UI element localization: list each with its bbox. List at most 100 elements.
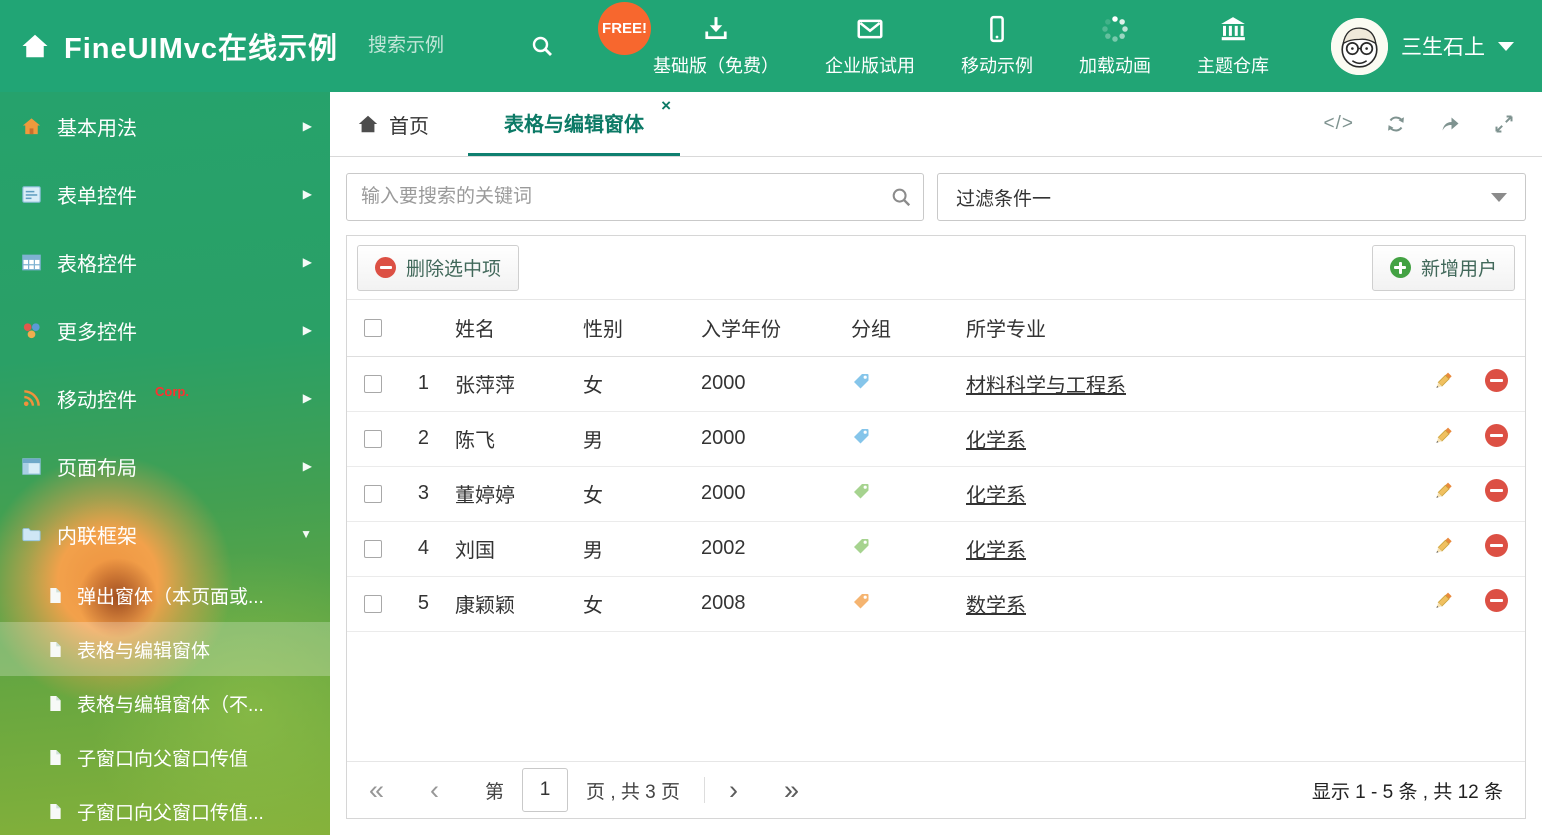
delete-icon[interactable] bbox=[1484, 369, 1508, 392]
delete-selected-button[interactable]: 删除选中项 bbox=[357, 244, 520, 291]
grid-toolbar: 删除选中项 新增用户 bbox=[347, 236, 1525, 300]
delete-icon[interactable] bbox=[1484, 479, 1508, 502]
table-row[interactable]: 4 刘国 男 2002 化学系 bbox=[347, 521, 1525, 577]
envelope-icon bbox=[857, 19, 883, 39]
search-icon[interactable] bbox=[530, 34, 554, 58]
grid-panel: 删除选中项 新增用户 姓名 性别 入学年份 分组 所学专业 1 张萍萍 女 20… bbox=[346, 235, 1526, 819]
cell-gender: 女 bbox=[569, 356, 687, 412]
col-header-gender[interactable]: 性别 bbox=[569, 300, 687, 357]
row-checkbox[interactable] bbox=[364, 374, 382, 393]
col-header-major[interactable]: 所学专业 bbox=[952, 300, 1419, 357]
sidebar-item-more-controls[interactable]: 更多控件 ▶ bbox=[0, 296, 330, 364]
first-page-icon[interactable]: « bbox=[369, 776, 384, 804]
row-checkbox[interactable] bbox=[364, 484, 382, 503]
fullscreen-icon[interactable] bbox=[1492, 112, 1516, 136]
col-header-name[interactable]: 姓名 bbox=[441, 300, 569, 357]
file-icon bbox=[50, 749, 61, 765]
tab-home[interactable]: 首页 bbox=[330, 92, 456, 156]
nav-theme-repository[interactable]: 主题仓库 bbox=[1174, 0, 1292, 92]
delete-icon[interactable] bbox=[1484, 589, 1508, 612]
sidebar-item-label: 表单控件 bbox=[57, 185, 137, 208]
file-icon bbox=[50, 587, 61, 603]
delete-selected-label: 删除选中项 bbox=[406, 259, 502, 280]
sidebar-subitem-child-to-parent-2[interactable]: 子窗口向父窗口传值... bbox=[0, 784, 330, 835]
col-header-year[interactable]: 入学年份 bbox=[687, 300, 837, 357]
prev-page-icon[interactable]: ‹ bbox=[430, 776, 439, 804]
tab-grid-edit-window[interactable]: 表格与编辑窗体 × bbox=[468, 92, 680, 156]
edit-icon[interactable] bbox=[1431, 534, 1455, 558]
view-source-icon[interactable]: </> bbox=[1324, 113, 1354, 135]
user-menu[interactable]: 三生石上 bbox=[1331, 17, 1542, 75]
major-link[interactable]: 化学系 bbox=[966, 485, 1026, 507]
table-row[interactable]: 3 董婷婷 女 2000 化学系 bbox=[347, 466, 1525, 522]
nav-label: 企业版试用 bbox=[825, 56, 916, 76]
cell-year: 2002 bbox=[687, 521, 837, 577]
edit-icon[interactable] bbox=[1431, 369, 1455, 393]
filter-select[interactable]: 过滤条件一 bbox=[937, 173, 1526, 221]
folder-icon bbox=[22, 527, 41, 541]
row-checkbox[interactable] bbox=[364, 594, 382, 613]
cell-gender: 男 bbox=[569, 521, 687, 577]
file-icon bbox=[50, 803, 61, 819]
search-icon[interactable] bbox=[890, 186, 912, 208]
sidebar-item-page-layout[interactable]: 页面布局 ▶ bbox=[0, 432, 330, 500]
edit-icon[interactable] bbox=[1431, 479, 1455, 503]
major-link[interactable]: 化学系 bbox=[966, 430, 1026, 452]
header-search-input[interactable] bbox=[368, 35, 531, 57]
next-page-icon[interactable]: › bbox=[729, 776, 738, 804]
select-all-checkbox[interactable] bbox=[364, 318, 382, 337]
app-title: FineUIMvc在线示例 bbox=[64, 33, 339, 65]
nav-mobile-demo[interactable]: 移动示例 bbox=[938, 0, 1056, 92]
sidebar-item-form-controls[interactable]: 表单控件 ▶ bbox=[0, 160, 330, 228]
col-header-index bbox=[399, 300, 441, 357]
table-header-row: 姓名 性别 入学年份 分组 所学专业 bbox=[347, 300, 1525, 357]
top-header: FineUIMvc在线示例 FREE! 基础版（免费） bbox=[0, 0, 1542, 92]
nav-basic-free[interactable]: FREE! 基础版（免费） bbox=[598, 0, 802, 92]
table-row[interactable]: 2 陈飞 男 2000 化学系 bbox=[347, 411, 1525, 467]
sidebar-subitem-grid-edit-window-2[interactable]: 表格与编辑窗体（不... bbox=[0, 676, 330, 730]
app-logo[interactable]: FineUIMvc在线示例 bbox=[0, 25, 338, 67]
row-index: 3 bbox=[399, 466, 441, 522]
cell-gender: 男 bbox=[569, 411, 687, 467]
nav-loading-animation[interactable]: 加载动画 bbox=[1056, 0, 1174, 92]
header-nav: FREE! 基础版（免费） 企业版试用 移动示例 加载动画 主题仓库 bbox=[598, 0, 1292, 92]
sidebar-item-inline-frame[interactable]: 内联框架 ▼ bbox=[0, 500, 330, 568]
user-name: 三生石上 bbox=[1401, 36, 1485, 59]
add-user-button[interactable]: 新增用户 bbox=[1371, 244, 1515, 291]
sidebar-item-basic-usage[interactable]: 基本用法 ▶ bbox=[0, 92, 330, 160]
col-header-edit bbox=[1419, 300, 1467, 357]
major-link[interactable]: 化学系 bbox=[966, 540, 1026, 562]
close-icon[interactable]: × bbox=[661, 96, 671, 116]
edit-icon[interactable] bbox=[1431, 589, 1455, 613]
sidebar-item-grid-controls[interactable]: 表格控件 ▶ bbox=[0, 228, 330, 296]
table-row[interactable]: 5 康颖颖 女 2008 数学系 bbox=[347, 576, 1525, 632]
edit-icon[interactable] bbox=[1431, 424, 1455, 448]
app: FineUIMvc在线示例 FREE! 基础版（免费） bbox=[0, 0, 1542, 835]
sidebar-item-mobile-controls[interactable]: 移动控件 Corp. ▶ bbox=[0, 364, 330, 432]
delete-icon[interactable] bbox=[1484, 424, 1508, 447]
major-link[interactable]: 材料科学与工程系 bbox=[966, 375, 1126, 397]
open-in-new-icon[interactable] bbox=[1438, 112, 1462, 136]
refresh-icon[interactable] bbox=[1384, 112, 1408, 136]
page-number-input[interactable]: 1 bbox=[522, 768, 569, 812]
group-tag-icon bbox=[854, 428, 869, 443]
corp-badge: Corp. bbox=[155, 383, 189, 399]
sidebar-subitem-popup-window[interactable]: 弹出窗体（本页面或... bbox=[0, 568, 330, 622]
delete-icon[interactable] bbox=[1484, 534, 1508, 557]
cell-name: 康颖颖 bbox=[441, 576, 569, 632]
row-checkbox[interactable] bbox=[364, 429, 382, 448]
row-checkbox[interactable] bbox=[364, 539, 382, 558]
page-count-label: 页 , 共 3 页 bbox=[586, 781, 681, 803]
last-page-icon[interactable]: » bbox=[784, 776, 799, 804]
keyword-search-input[interactable] bbox=[346, 173, 924, 221]
chevron-down-icon bbox=[1498, 41, 1514, 51]
nav-enterprise-trial[interactable]: 企业版试用 bbox=[802, 0, 938, 92]
sidebar-subitem-child-to-parent[interactable]: 子窗口向父窗口传值 bbox=[0, 730, 330, 784]
col-header-group[interactable]: 分组 bbox=[837, 300, 952, 357]
sidebar: 基本用法 ▶ 表单控件 ▶ 表格控件 ▶ 更多控件 ▶ 移动控件 Corp. ▶… bbox=[0, 92, 330, 835]
cell-year: 2000 bbox=[687, 411, 837, 467]
chevron-right-icon: ▶ bbox=[302, 323, 312, 337]
major-link[interactable]: 数学系 bbox=[966, 595, 1026, 617]
table-row[interactable]: 1 张萍萍 女 2000 材料科学与工程系 bbox=[347, 356, 1525, 412]
sidebar-subitem-grid-edit-window[interactable]: 表格与编辑窗体 bbox=[0, 622, 330, 676]
